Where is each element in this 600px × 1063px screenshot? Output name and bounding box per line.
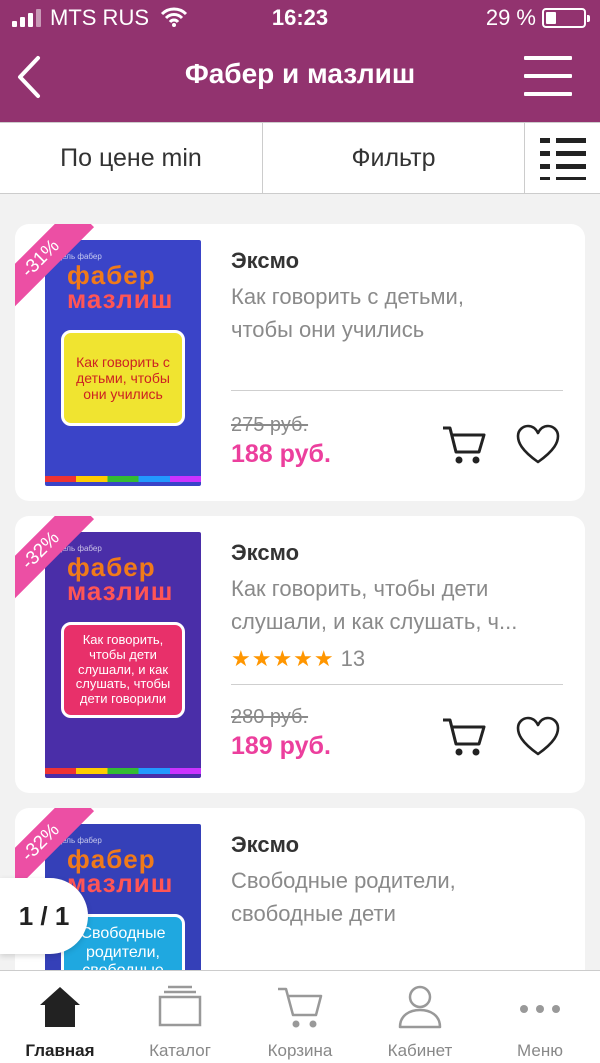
product-title[interactable]: Свободные родители, свободные дети	[231, 864, 571, 930]
cover-stripes	[45, 476, 201, 482]
product-title-line: чтобы они учились	[231, 317, 425, 342]
current-price: 188 руб.	[231, 440, 331, 468]
book-cover[interactable]: адель фабер фабер мазлиш Как говорить с …	[45, 240, 201, 486]
tab-account-label: Кабинет	[387, 1041, 453, 1060]
app-header: MTS RUS 16:23 29 % Фабер и мазлиш	[0, 0, 600, 122]
product-title-line: свободные дети	[231, 901, 396, 926]
more-dots-icon	[520, 1005, 560, 1013]
tab-home[interactable]: Главная	[0, 971, 120, 1063]
rating-stars-icon: ★★★★★	[231, 646, 335, 671]
battery-percent: 29 %	[485, 5, 536, 30]
cover-box-text: Как говорить с детьми, чтобы они учились	[61, 330, 185, 426]
rating-count: 13	[340, 646, 366, 671]
page-indicator: 1 / 1	[0, 878, 88, 954]
publisher: Эксмо	[231, 832, 300, 857]
bottom-tab-bar: Главная Каталог Корзина Кабинет Меню	[0, 970, 600, 1063]
current-price: 189 руб.	[231, 732, 331, 760]
product-title-line: Свободные родители,	[231, 868, 456, 893]
add-to-cart-icon[interactable]	[441, 424, 487, 466]
favorite-heart-icon[interactable]	[515, 716, 561, 758]
favorite-heart-icon[interactable]	[515, 424, 561, 466]
book-cover[interactable]: адель фабер фабер мазлиш Как говорить, ч…	[45, 532, 201, 778]
hamburger-menu-button[interactable]	[524, 56, 572, 96]
product-card[interactable]: адель фабер фабер мазлиш Как говорить, ч…	[15, 516, 585, 793]
sort-filter-bar: По цене min Фильтр	[0, 122, 600, 194]
list-view-icon	[539, 136, 586, 180]
home-icon	[40, 987, 80, 1027]
list-view-button[interactable]	[525, 123, 600, 193]
status-bar: MTS RUS 16:23 29 %	[0, 0, 600, 36]
product-title-line: Как говорить, чтобы дети	[231, 576, 489, 601]
add-to-cart-icon[interactable]	[441, 716, 487, 758]
product-title-line: Как говорить с детьми,	[231, 284, 464, 309]
cover-title-2: мазлиш	[67, 868, 174, 898]
divider	[231, 684, 563, 685]
cover-title-2: мазлиш	[67, 576, 174, 606]
rating: ★★★★★ 13	[231, 646, 365, 672]
tab-cart-label: Корзина	[267, 1041, 333, 1060]
page-title: Фабер и мазлиш	[184, 58, 416, 89]
divider	[231, 390, 563, 391]
cart-icon	[278, 987, 323, 1028]
tab-catalog[interactable]: Каталог	[120, 971, 240, 1063]
product-card[interactable]: адель фабер фабер мазлиш Как говорить с …	[15, 224, 585, 501]
filter-button[interactable]: Фильтр	[263, 123, 525, 193]
tab-menu[interactable]: Меню	[480, 971, 600, 1063]
tab-cart[interactable]: Корзина	[240, 971, 360, 1063]
tab-menu-label: Меню	[517, 1041, 563, 1060]
publisher: Эксмо	[231, 540, 300, 565]
product-title[interactable]: Как говорить, чтобы дети слушали, и как …	[231, 572, 571, 638]
battery-icon	[542, 8, 590, 28]
cover-title-2: мазлиш	[67, 284, 174, 314]
tab-home-label: Главная	[25, 1041, 95, 1060]
tab-catalog-label: Каталог	[149, 1041, 211, 1060]
old-price: 275 руб.	[231, 414, 309, 436]
sort-button[interactable]: По цене min	[0, 123, 263, 193]
tab-account[interactable]: Кабинет	[360, 971, 480, 1063]
old-price: 280 руб.	[231, 706, 309, 728]
cover-stripes	[45, 768, 201, 774]
catalog-icon	[158, 985, 202, 1027]
user-icon	[398, 985, 442, 1029]
product-title[interactable]: Как говорить с детьми, чтобы они учились	[231, 280, 571, 346]
product-title-line: слушали, и как слушать, ч...	[231, 609, 518, 634]
publisher: Эксмо	[231, 248, 300, 273]
cover-box-text: Как говорить, чтобы дети слушали, и как …	[61, 622, 185, 718]
